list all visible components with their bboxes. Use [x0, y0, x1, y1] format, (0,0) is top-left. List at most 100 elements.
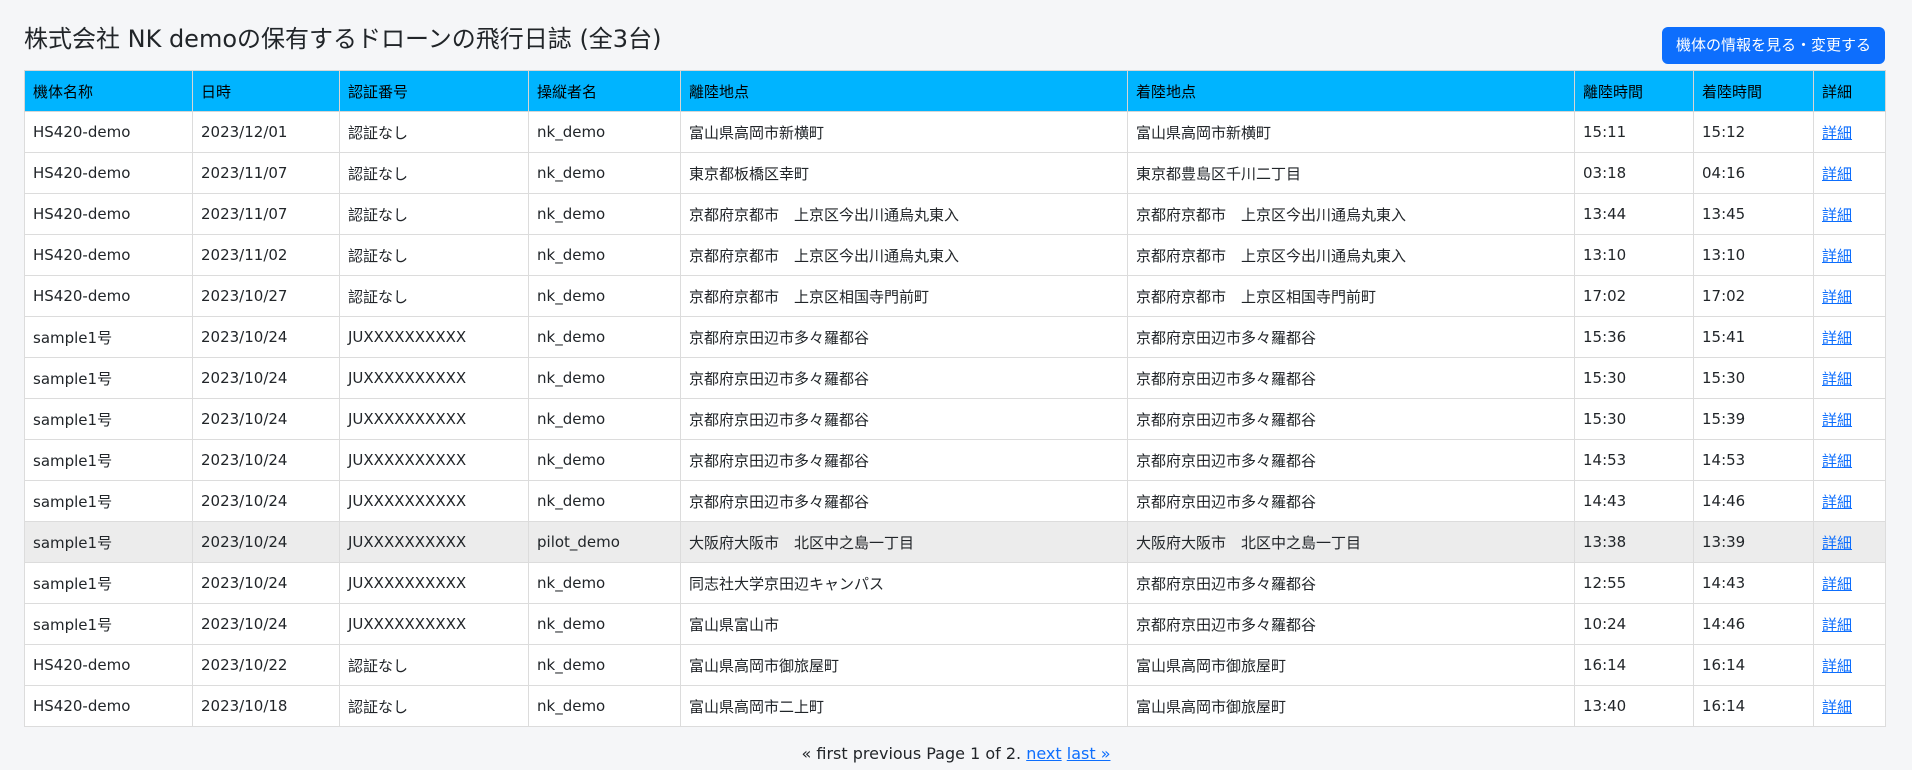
detail-link[interactable]: 詳細	[1822, 657, 1852, 675]
takeoff-time-cell: 10:24	[1574, 603, 1694, 645]
pilot-name-cell: nk_demo	[528, 152, 681, 194]
column-header-takeoff-place: 離陸地点	[680, 70, 1128, 112]
takeoff-place-cell: 東京都板橋区幸町	[680, 152, 1128, 194]
landing-time-cell: 15:12	[1693, 111, 1814, 153]
takeoff-place-cell: 京都府京田辺市多々羅都谷	[680, 439, 1128, 481]
pilot-name-cell: nk_demo	[528, 193, 681, 235]
takeoff-time-cell: 15:36	[1574, 316, 1694, 358]
landing-place-cell: 京都府京田辺市多々羅都谷	[1127, 480, 1575, 522]
aircraft-name-cell: sample1号	[24, 603, 193, 645]
pilot-name-cell: nk_demo	[528, 111, 681, 153]
landing-time-cell: 16:14	[1693, 685, 1814, 727]
detail-cell: 詳細	[1813, 275, 1886, 317]
detail-link[interactable]: 詳細	[1822, 165, 1852, 183]
date-cell: 2023/10/24	[192, 480, 340, 522]
detail-link[interactable]: 詳細	[1822, 452, 1852, 470]
pagination-last-link[interactable]: last »	[1067, 744, 1111, 763]
detail-link[interactable]: 詳細	[1822, 206, 1852, 224]
pilot-name-cell: nk_demo	[528, 357, 681, 399]
cert-number-cell: 認証なし	[339, 275, 529, 317]
pilot-name-cell: pilot_demo	[528, 521, 681, 563]
pilot-name-cell: nk_demo	[528, 480, 681, 522]
takeoff-place-cell: 京都府京田辺市多々羅都谷	[680, 398, 1128, 440]
detail-link[interactable]: 詳細	[1822, 698, 1852, 716]
table-body: HS420-demo 2023/12/01 認証なし nk_demo 富山県高岡市新横町…	[24, 111, 1886, 727]
detail-link[interactable]: 詳細	[1822, 534, 1852, 552]
date-cell: 2023/10/24	[192, 439, 340, 481]
takeoff-place-cell: 大阪府大阪市 北区中之島一丁目	[680, 521, 1128, 563]
aircraft-name-cell: sample1号	[24, 562, 193, 604]
takeoff-time-cell: 03:18	[1574, 152, 1694, 194]
detail-cell: 詳細	[1813, 644, 1886, 686]
column-header-aircraft: 機体名称	[24, 70, 193, 112]
aircraft-name-cell: sample1号	[24, 357, 193, 399]
takeoff-place-cell: 京都府京田辺市多々羅都谷	[680, 316, 1128, 358]
takeoff-time-cell: 13:38	[1574, 521, 1694, 563]
cert-number-cell: JUXXXXXXXXXX	[339, 521, 529, 563]
detail-cell: 詳細	[1813, 316, 1886, 358]
detail-link[interactable]: 詳細	[1822, 247, 1852, 265]
aircraft-name-cell: HS420-demo	[24, 234, 193, 276]
takeoff-time-cell: 15:11	[1574, 111, 1694, 153]
landing-place-cell: 京都府京都市 上京区今出川通烏丸東入	[1127, 234, 1575, 276]
pagination-status: Page 1 of 2.	[926, 744, 1022, 763]
detail-link[interactable]: 詳細	[1822, 493, 1852, 511]
pilot-name-cell: nk_demo	[528, 603, 681, 645]
aircraft-name-cell: sample1号	[24, 521, 193, 563]
pilot-name-cell: nk_demo	[528, 685, 681, 727]
cert-number-cell: JUXXXXXXXXXX	[339, 480, 529, 522]
date-cell: 2023/10/24	[192, 562, 340, 604]
date-cell: 2023/10/24	[192, 357, 340, 399]
takeoff-place-cell: 富山県高岡市新横町	[680, 111, 1128, 153]
detail-cell: 詳細	[1813, 357, 1886, 399]
detail-cell: 詳細	[1813, 152, 1886, 194]
flight-log-table: 機体名称 日時 認証番号 操縦者名 離陸地点 着陸地点 離陸時間 着陸時間 詳細 HS420-d…	[24, 70, 1886, 727]
cert-number-cell: 認証なし	[339, 111, 529, 153]
detail-link[interactable]: 詳細	[1822, 616, 1852, 634]
takeoff-time-cell: 12:55	[1574, 562, 1694, 604]
table-row: HS420-demo 2023/11/02 認証なし nk_demo 京都府京都市 上京…	[24, 234, 1886, 276]
detail-link[interactable]: 詳細	[1822, 370, 1852, 388]
column-header-takeoff-time: 離陸時間	[1574, 70, 1694, 112]
table-row: HS420-demo 2023/11/07 認証なし nk_demo 東京都板橋区幸町東…	[24, 152, 1886, 194]
detail-link[interactable]: 詳細	[1822, 411, 1852, 429]
aircraft-name-cell: HS420-demo	[24, 644, 193, 686]
takeoff-time-cell: 14:43	[1574, 480, 1694, 522]
view-edit-aircraft-button[interactable]: 機体の情報を見る・変更する	[1661, 27, 1885, 64]
takeoff-place-cell: 富山県高岡市御旅屋町	[680, 644, 1128, 686]
cert-number-cell: JUXXXXXXXXXX	[339, 316, 529, 358]
takeoff-time-cell: 15:30	[1574, 357, 1694, 399]
detail-link[interactable]: 詳細	[1822, 575, 1852, 593]
pilot-name-cell: nk_demo	[528, 439, 681, 481]
cert-number-cell: 認証なし	[339, 644, 529, 686]
detail-link[interactable]: 詳細	[1822, 288, 1852, 306]
detail-cell: 詳細	[1813, 193, 1886, 235]
detail-link[interactable]: 詳細	[1822, 124, 1852, 142]
takeoff-place-cell: 京都府京田辺市多々羅都谷	[680, 480, 1128, 522]
pilot-name-cell: nk_demo	[528, 644, 681, 686]
takeoff-time-cell: 13:40	[1574, 685, 1694, 727]
detail-link[interactable]: 詳細	[1822, 329, 1852, 347]
date-cell: 2023/10/22	[192, 644, 340, 686]
table-row: HS420-demo 2023/11/07 認証なし nk_demo 京都府京都市 上京…	[24, 193, 1886, 235]
aircraft-name-cell: sample1号	[24, 316, 193, 358]
column-header-landing-time: 着陸時間	[1693, 70, 1814, 112]
pagination-next-link[interactable]: next	[1026, 744, 1061, 763]
date-cell: 2023/11/07	[192, 152, 340, 194]
cert-number-cell: JUXXXXXXXXXX	[339, 398, 529, 440]
pagination-previous: previous	[852, 744, 922, 763]
landing-time-cell: 16:14	[1693, 644, 1814, 686]
table-row: sample1号 2023/10/24 JUXXXXXXXXXX nk_demo 同志社…	[24, 562, 1886, 604]
date-cell: 2023/10/18	[192, 685, 340, 727]
detail-cell: 詳細	[1813, 603, 1886, 645]
takeoff-place-cell: 富山県富山市	[680, 603, 1128, 645]
cert-number-cell: JUXXXXXXXXXX	[339, 439, 529, 481]
landing-time-cell: 04:16	[1693, 152, 1814, 194]
landing-place-cell: 京都府京都市 上京区今出川通烏丸東入	[1127, 193, 1575, 235]
table-row: sample1号 2023/10/24 JUXXXXXXXXXX nk_demo 富山県…	[24, 603, 1886, 645]
landing-place-cell: 京都府京田辺市多々羅都谷	[1127, 316, 1575, 358]
table-row: sample1号 2023/10/24 JUXXXXXXXXXX nk_demo 京都府…	[24, 316, 1886, 358]
date-cell: 2023/12/01	[192, 111, 340, 153]
date-cell: 2023/11/02	[192, 234, 340, 276]
takeoff-time-cell: 13:44	[1574, 193, 1694, 235]
